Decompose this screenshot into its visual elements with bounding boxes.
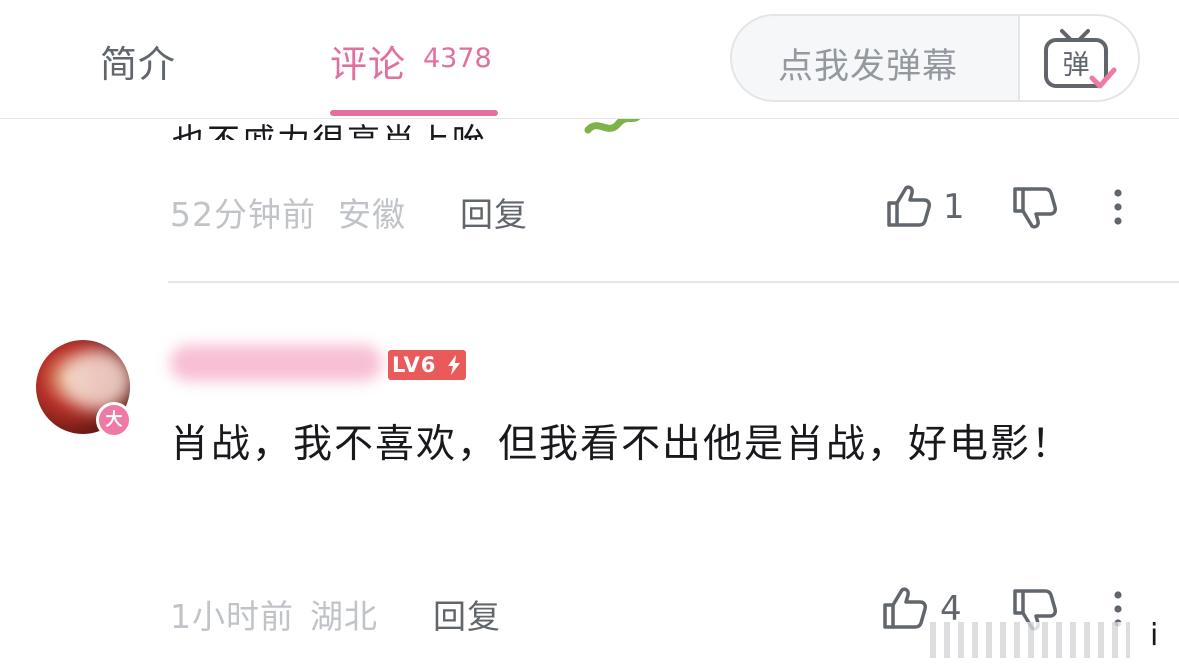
comment-time: 52分钟前 — [170, 195, 316, 234]
lightning-icon — [448, 355, 460, 375]
username-blurred[interactable] — [170, 345, 382, 381]
bottom-overlay-bar — [930, 622, 1130, 658]
danmaku-icon: 弹 — [1042, 28, 1118, 96]
vip-badge: 大 — [96, 402, 132, 438]
comment-text: 肖战，我不喜欢，但我看不出他是肖战，好电影！ — [170, 422, 1073, 467]
reply-button[interactable]: 回复 — [433, 590, 501, 638]
svg-text:弹: 弹 — [1063, 50, 1090, 81]
comment-time: 1小时前 — [170, 597, 294, 636]
comment-tab-header: 简介 评论 4378 点我发弹幕 弹 — [0, 0, 1179, 119]
tab-comments[interactable]: 评论 — [330, 34, 406, 88]
comment-divider — [168, 281, 1179, 283]
more-options-icon[interactable] — [1112, 188, 1124, 230]
dislike-icon[interactable] — [1012, 186, 1058, 234]
comment-count: 4378 — [423, 43, 492, 74]
active-tab-indicator — [330, 110, 498, 116]
comment-location: 安徽 — [338, 195, 406, 234]
level-badge: LV6 — [388, 350, 466, 380]
danmaku-bar: 点我发弹幕 弹 — [730, 14, 1140, 102]
tab-intro[interactable]: 简介 — [100, 34, 176, 88]
bottom-trailing-char: i — [1150, 618, 1159, 653]
comment-location: 湖北 — [310, 597, 378, 636]
like-icon[interactable] — [886, 184, 932, 232]
danmaku-input[interactable]: 点我发弹幕 — [778, 38, 958, 89]
danmaku-toggle-button[interactable]: 弹 — [1018, 16, 1138, 100]
like-icon[interactable] — [882, 586, 928, 634]
reply-button[interactable]: 回复 — [460, 188, 528, 236]
like-count: 1 — [943, 187, 965, 227]
